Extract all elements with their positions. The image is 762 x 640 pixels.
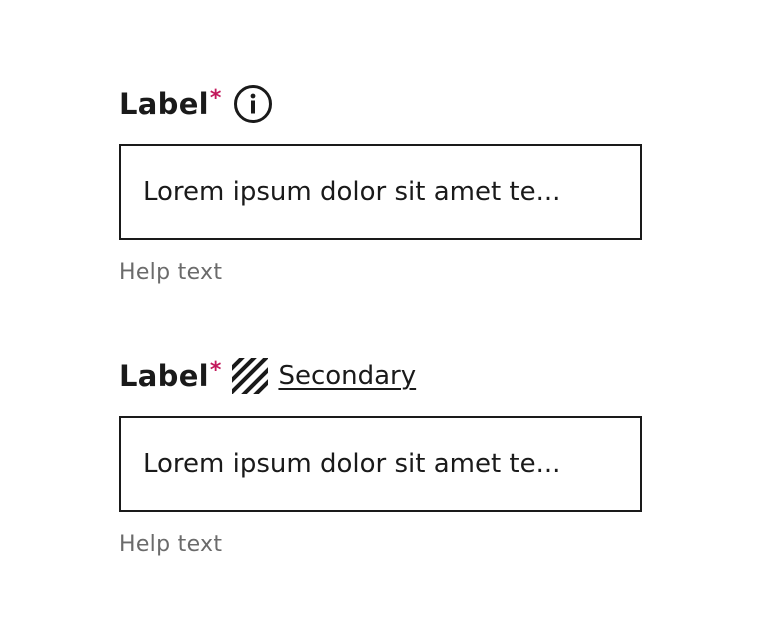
form-field-1: Label * Lorem ipsum dolor sit amet te...… <box>119 84 642 285</box>
field-label: Label <box>119 359 209 393</box>
input-value[interactable]: Lorem ipsum dolor sit amet te... <box>143 177 618 207</box>
secondary-link[interactable]: Secondary <box>278 358 416 394</box>
field-label: Label <box>119 87 209 121</box>
text-input[interactable]: Lorem ipsum dolor sit amet te... <box>119 144 642 240</box>
help-text: Help text <box>119 532 223 557</box>
form-field-2: Label * Secondary Lorem ipsum dolor sit … <box>119 358 642 557</box>
input-value[interactable]: Lorem ipsum dolor sit amet te... <box>143 449 618 479</box>
field-label-row: Label * Secondary <box>119 358 642 394</box>
info-icon[interactable] <box>233 84 273 124</box>
required-asterisk: * <box>209 357 222 383</box>
required-asterisk: * <box>209 85 222 111</box>
field-label-row: Label * <box>119 84 642 124</box>
help-text: Help text <box>119 260 223 285</box>
diagonal-stripes-icon <box>232 358 269 394</box>
text-input[interactable]: Lorem ipsum dolor sit amet te... <box>119 416 642 512</box>
